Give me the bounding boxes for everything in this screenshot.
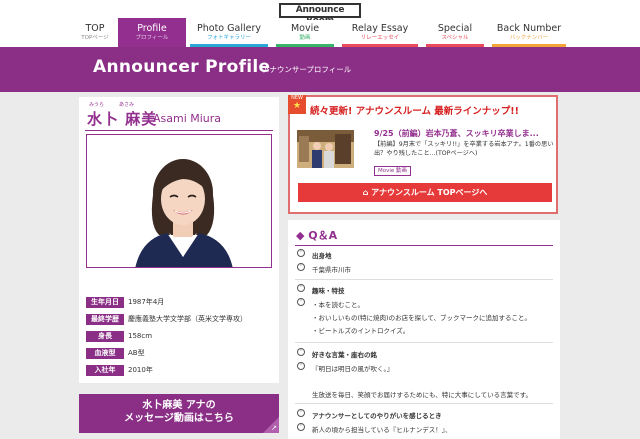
nav-profile-sub: プロフィール [135,35,169,41]
announcer-portrait-image [87,135,271,267]
info-row-height: 身長 158cm [86,331,274,342]
info-value-join-year: 2010年 [128,366,153,374]
answer-rewarding: 新人の頃から担当している『ヒルナンデス！』、 [312,426,452,434]
answer-motto-1: 『明日は明日の風が吹く。』 [312,365,394,373]
name-divider [85,130,273,131]
question-icon: · [297,249,305,257]
answer-hobbies-1: ・本を読むこと。 [312,301,364,309]
question-icon: · [297,409,305,417]
message-button-line1: 水卜麻美 アナの [142,400,216,411]
info-label-education: 最終学歴 [86,314,124,325]
news-thumbnail[interactable] [297,130,354,168]
nav-profile-label: Profile [137,23,167,34]
top-button-label: アナウンスルーム TOPページへ [371,188,488,197]
announce-room-top-button[interactable]: ⌂ アナウンスルーム TOPページへ [298,183,552,202]
nav-profile[interactable]: Profile プロフィール [118,18,186,47]
info-label-birth: 生年月日 [86,297,124,308]
top-bar: Announce Room [0,0,640,26]
answer-icon: · [297,362,305,370]
message-button-line2: メッセージ動画はこちら [124,413,234,424]
info-row-education: 最終学歴 慶應義塾大学文学部（英米文学専攻） [86,314,274,325]
info-label-blood-type: 血液型 [86,348,124,359]
info-label-height: 身長 [86,331,124,342]
star-icon: ★ [292,101,302,111]
nav-photo-gallery-sub: フォトギャラリー [206,35,251,41]
nav-top[interactable]: TOP TOPページ [72,20,118,47]
nav-back-number[interactable]: Back Number バックナンバー [488,20,570,47]
qa-separator [295,403,553,404]
nav-top-sub: TOPページ [81,35,109,41]
qa-divider [295,245,553,246]
nav-photo-gallery-label: Photo Gallery [197,23,261,34]
nav-relay-essay-sub: リレーエッセイ [360,35,400,41]
main-nav: TOP TOPページ Profile プロフィール Photo Gallery … [0,18,640,47]
qa-heading: ◆ Q＆A [296,227,337,243]
nav-movie[interactable]: Movie 動画 [272,20,338,47]
nav-back-number-label: Back Number [496,23,562,34]
nav-relay-essay-label: Relay Essay [351,23,409,34]
news-headline: 続々更新! アナウンスルーム 最新ラインナップ!! [310,106,519,117]
info-row-birth: 生年月日 1987年4月 [86,297,274,308]
nav-back-number-sub: バックナンバー [509,35,549,41]
qa-separator [295,342,553,343]
qa-separator [295,279,553,280]
question-motto: 好きな言葉・座右の銘 [312,351,377,359]
info-value-blood-type: AB型 [128,349,145,357]
answer-motto-3: 生放送を毎日、笑顔でお届けするためにも、特に大事にしている言葉です。 [312,391,532,399]
announcer-name-ja: 水卜 麻美 [87,110,158,128]
new-badge: NEW ★ [288,95,306,114]
info-row-join-year: 入社年 2010年 [86,365,274,376]
nav-special-sub: スペシャル [441,35,469,41]
answer-icon: · [297,298,305,306]
movie-tag: Movie 動画 [374,166,412,176]
qa-section: ◆ Q＆A · 出身地 · 千葉県市川市 · 趣味・特技 · ・本を読むこと。 … [288,220,560,439]
announcer-photo [86,134,272,268]
answer-icon: · [297,263,305,271]
question-hobbies: 趣味・特技 [312,287,345,295]
message-video-button[interactable]: 水卜麻美 アナの メッセージ動画はこちら ↗ [79,394,279,433]
info-value-birth: 1987年4月 [128,298,165,306]
question-rewarding: アナウンサーとしてのやりがいを感じるとき [312,412,442,420]
qa-heading-label: Q＆A [308,229,338,242]
announcer-name-en: Asami Miura [153,112,222,125]
question-icon: · [297,348,305,356]
arrow-icon: ↗ [271,424,277,432]
info-value-education: 慶應義塾大学文学部（英米文学専攻） [128,315,247,323]
profile-card: みうら あさみ 水卜 麻美 Asami Miura 生年月日 1987年4月 最… [79,97,279,383]
nav-photo-gallery[interactable]: Photo Gallery フォトギャラリー [186,20,272,47]
answer-icon: · [297,423,305,431]
answer-birthplace: 千葉県市川市 [312,266,351,274]
info-row-blood-type: 血液型 AB型 [86,348,274,359]
page-title: Announcer Profile [93,57,271,77]
page-subtitle: アナウンサープロフィール [262,65,352,74]
question-icon: · [297,284,305,292]
home-icon: ⌂ [362,188,372,197]
news-thumbnail-image [297,130,354,168]
news-box: NEW ★ 続々更新! アナウンスルーム 最新ラインナップ!! 9/25（前編）… [288,95,558,214]
page-banner: Announcer Profile アナウンサープロフィール [0,47,640,92]
nav-movie-sub: 動画 [299,35,311,41]
news-description: 【前編】9月末で「スッキリ!!」を卒業する岩本アナ。1番の思い出？やり残したこと… [374,141,554,157]
name-ruby-given: あさみ [119,102,135,108]
nav-special-label: Special [437,23,473,34]
info-value-height: 158cm [128,332,153,340]
answer-hobbies-3: ・ビートルズのイントロクイズ。 [312,327,410,335]
nav-top-label: TOP [85,23,105,34]
news-title-link[interactable]: 9/25（前編）岩本乃蒼、スッキリ卒業しま... [374,128,539,139]
info-label-join-year: 入社年 [86,365,124,376]
nav-relay-essay[interactable]: Relay Essay リレーエッセイ [338,20,422,47]
announce-room-logo[interactable]: Announce Room [279,3,361,26]
nav-movie-label: Movie [290,23,320,34]
question-birthplace: 出身地 [312,252,332,260]
chat-bubble-icon: ◆ [296,229,309,242]
nav-special[interactable]: Special スペシャル [422,20,488,47]
name-ruby-family: みうら [89,102,105,108]
answer-hobbies-2: ・おいしいもの(特に焼肉)のお店を探して、ブックマークに追加すること。 [312,314,532,322]
